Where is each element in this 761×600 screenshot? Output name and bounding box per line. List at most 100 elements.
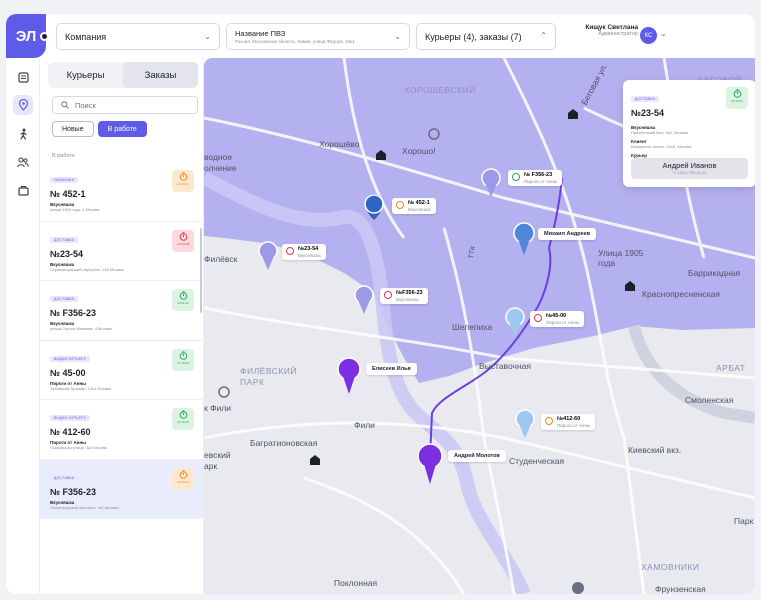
- location-pin-icon: [18, 99, 28, 111]
- order-address: Зубовский бульвар, 13к3 Москва: [50, 385, 111, 391]
- map-label: Хорошо!: [402, 146, 436, 156]
- courier-pin-tag[interactable]: Михаил Андреев: [538, 228, 597, 240]
- pvz-select[interactable]: Название ПВЗ Россия, Московская область,…: [226, 23, 410, 50]
- timer-icon: [396, 201, 404, 209]
- order-card[interactable]: НАЗНАЧЕН № 452-1 Вкусняшка улица 1905 го…: [40, 162, 204, 222]
- company-select[interactable]: Компания ⌄: [56, 23, 220, 50]
- timer-icon: [179, 231, 187, 241]
- map-label: ХОРОШЁВСКИЙ: [404, 85, 476, 95]
- timer-icon: [545, 417, 553, 425]
- status-badge: ДОСТАВКА: [50, 296, 79, 302]
- courier-pin-marker[interactable]: [417, 443, 443, 484]
- order-timer-value: 01:15:09: [177, 420, 189, 424]
- poi-icon: [218, 386, 230, 398]
- popup-courier-name: Андрей Иванов: [662, 161, 717, 170]
- order-address: улица Сергея Макеева, 4 Москва: [50, 326, 112, 331]
- map-label: к Фили: [204, 403, 231, 413]
- order-pin-number: №412-60: [557, 416, 581, 422]
- status-badge: ДОСТАВКА: [631, 96, 660, 102]
- rail-warehouse-button[interactable]: [13, 180, 33, 200]
- timer-icon: [512, 173, 520, 181]
- section-title: В работе: [52, 153, 75, 159]
- order-card[interactable]: ВЫДАН КУРЬЕРУ № 412-60 Пироги от Анны По…: [40, 400, 204, 460]
- order-pin-marker[interactable]: [258, 241, 278, 270]
- courier-pin-tag[interactable]: Андрей Молотов: [448, 450, 506, 462]
- order-pin-number: №23-54: [298, 246, 319, 252]
- orders-list: НАЗНАЧЕН № 452-1 Вкусняшка улица 1905 го…: [40, 162, 204, 519]
- order-address: Страховщинский переулок, 13А Москва: [50, 266, 124, 272]
- order-pin-marker[interactable]: [515, 409, 535, 438]
- status-badge: ВЫДАН КУРЬЕРУ: [50, 355, 90, 362]
- courier-pin-tag[interactable]: Елисеев Илья: [366, 363, 417, 375]
- order-pin-tag[interactable]: №F356-23 Вкусняшка: [380, 288, 428, 304]
- rail-map-button[interactable]: [13, 95, 33, 115]
- map-label: Поклонная: [334, 578, 378, 588]
- pvz-select-title: Название ПВЗ: [235, 28, 286, 38]
- walking-courier-icon: [19, 128, 27, 140]
- map-label: ФИЛЁВСКИЙ ПАРК: [240, 366, 298, 387]
- orders-scrollbar[interactable]: [200, 228, 202, 313]
- timer-icon: [733, 89, 741, 98]
- user-info[interactable]: Кищук Светлана Администратор: [576, 24, 638, 37]
- app-window: ЭЛ Компания ⌄ Название ПВЗ Россия, Моско…: [6, 14, 755, 594]
- order-card[interactable]: ДОСТАВКА № F356-23 Вкусняшка улица Серге…: [40, 281, 204, 341]
- popup-client-address: Каширское шоссе, 24с8, Москва,: [631, 144, 693, 149]
- order-pin-shop: Вкусняшка: [298, 253, 321, 258]
- courier-pin-marker[interactable]: [337, 357, 361, 394]
- order-card[interactable]: ДОСТАВКА №23-54 Вкусняшка Страховщинский…: [40, 222, 204, 281]
- search-field[interactable]: [52, 96, 198, 114]
- order-card[interactable]: ДОСТАВКА № F356-23 Вкусняшка Ленинградск…: [40, 459, 204, 519]
- orders-panel: Курьеры Заказы Новые В работе В работе Н…: [40, 58, 204, 594]
- order-pin-tag[interactable]: №45-00 Пироги от Анны: [530, 311, 585, 327]
- map-label: Хорошёво: [319, 139, 360, 149]
- timer-icon: [384, 291, 392, 299]
- popup-courier-button[interactable]: Андрей Иванов +7 (321) 765-43-21: [631, 158, 748, 179]
- order-pin-tag[interactable]: № 452-1 Вкусняшка: [392, 198, 436, 214]
- pvz-select-address: Россия, Московская область, Химки, улица…: [235, 38, 355, 44]
- top-bar: ЭЛ Компания ⌄ Название ПВЗ Россия, Моско…: [6, 14, 755, 58]
- chevron-down-icon[interactable]: ⌄: [660, 29, 667, 38]
- chevron-up-icon: ⌃: [540, 31, 547, 40]
- timer-icon: [179, 172, 187, 181]
- map-label: Смоленская: [685, 395, 734, 405]
- search-input[interactable]: [75, 100, 185, 110]
- status-badge: НАЗНАЧЕН: [50, 177, 79, 183]
- filter-in-progress-button[interactable]: В работе: [97, 121, 147, 137]
- order-timer: -01:10:58: [172, 229, 194, 252]
- order-pin-number: №45-00: [546, 313, 567, 319]
- order-pin-tag[interactable]: № F356-23 Пироги от Анны: [508, 170, 563, 186]
- order-details-popup[interactable]: ДОСТАВКА №23-54 Вкусняшка Пресненский Ва…: [623, 80, 755, 187]
- tab-orders[interactable]: Заказы: [123, 62, 198, 88]
- order-card[interactable]: ВЫДАН КУРЬЕРУ № 45-00 Пироги от Анны Зуб…: [40, 341, 204, 400]
- rail-couriers-button[interactable]: [13, 124, 33, 144]
- tab-couriers[interactable]: Курьеры: [48, 62, 123, 88]
- logo-dot-icon: [40, 32, 49, 41]
- map-label: Филёвск: [204, 254, 238, 264]
- map-label: водное: [204, 152, 233, 162]
- map-label: АРБАТ: [716, 363, 746, 373]
- order-timer: 01:15:09: [172, 348, 194, 371]
- order-timer-value: -01:10:58: [176, 241, 190, 246]
- map-label: Студенческая: [509, 456, 565, 466]
- users-icon: [17, 156, 29, 167]
- rail-users-button[interactable]: [13, 152, 33, 172]
- order-timer: 00:20:24: [172, 467, 194, 490]
- map-label: олчение: [204, 163, 237, 173]
- filter-new-button[interactable]: Новые: [52, 121, 94, 137]
- order-pin-marker[interactable]: [354, 285, 374, 314]
- order-pin-number: № F356-23: [524, 172, 553, 178]
- map-label: Шелепиха: [452, 322, 493, 332]
- order-address: Ленинградский проспект, 3к2 Москва: [50, 504, 119, 510]
- couriers-orders-select[interactable]: Курьеры (4), заказы (7) ⌃: [416, 23, 556, 50]
- map-label: ХАМОВНИКИ: [641, 562, 700, 572]
- user-role: Администратор: [598, 31, 638, 37]
- briefcase-icon: [17, 185, 29, 196]
- order-timer: 03:01:04: [172, 289, 194, 311]
- order-pin-tag[interactable]: №23-54 Вкусняшка: [282, 244, 326, 260]
- avatar[interactable]: КС: [640, 27, 657, 44]
- chevron-down-icon: ⌄: [204, 32, 211, 41]
- panel-tabs: Курьеры Заказы: [48, 62, 198, 88]
- order-pin-tag[interactable]: №412-60 Пироги от Анны: [541, 414, 596, 430]
- rail-orders-button[interactable]: [13, 67, 33, 87]
- map-label: Фили: [354, 420, 375, 430]
